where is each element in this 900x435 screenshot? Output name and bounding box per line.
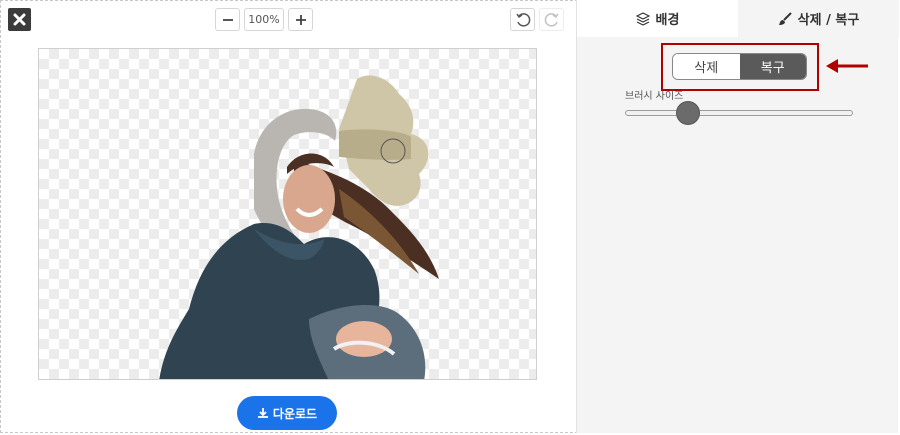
plus-icon (295, 14, 306, 25)
tab-background[interactable]: 배경 (577, 0, 738, 37)
zoom-in-button[interactable] (288, 8, 313, 31)
brush-size-slider-thumb[interactable] (676, 101, 700, 125)
history-controls (510, 8, 564, 31)
brush-icon (778, 11, 792, 25)
undo-icon (515, 12, 530, 27)
brush-size-label: 브러시 사이즈 (625, 91, 684, 102)
panel-tabs: 배경 삭제 / 복구 (577, 0, 899, 37)
layers-icon (635, 11, 650, 26)
redo-icon (544, 12, 559, 27)
undo-button[interactable] (510, 8, 535, 31)
subject-image (159, 75, 439, 379)
brush-size-slider[interactable] (625, 110, 853, 116)
editor-canvas[interactable] (38, 48, 537, 380)
mode-restore-option[interactable]: 복구 (739, 54, 806, 79)
mode-delete-option[interactable]: 삭제 (673, 54, 740, 79)
download-button[interactable]: 다운로드 (237, 396, 337, 430)
tab-background-label: 배경 (655, 13, 680, 28)
mode-toggle: 삭제 복구 (672, 53, 807, 80)
settings-panel: 배경 삭제 / 복구 삭제 복구 브러시 사이즈 (576, 0, 899, 433)
close-button[interactable] (8, 8, 31, 31)
redo-button[interactable] (539, 8, 564, 31)
minus-icon (222, 18, 233, 21)
tab-erase-restore[interactable]: 삭제 / 복구 (738, 0, 899, 37)
close-icon (13, 13, 26, 26)
zoom-out-button[interactable] (215, 8, 240, 31)
tab-erase-restore-label: 삭제 / 복구 (797, 13, 860, 28)
annotation-arrow-icon (826, 59, 868, 73)
download-icon (257, 408, 268, 418)
zoom-level: 100% (244, 8, 284, 31)
download-label: 다운로드 (272, 406, 318, 421)
zoom-controls: 100% (215, 8, 313, 31)
